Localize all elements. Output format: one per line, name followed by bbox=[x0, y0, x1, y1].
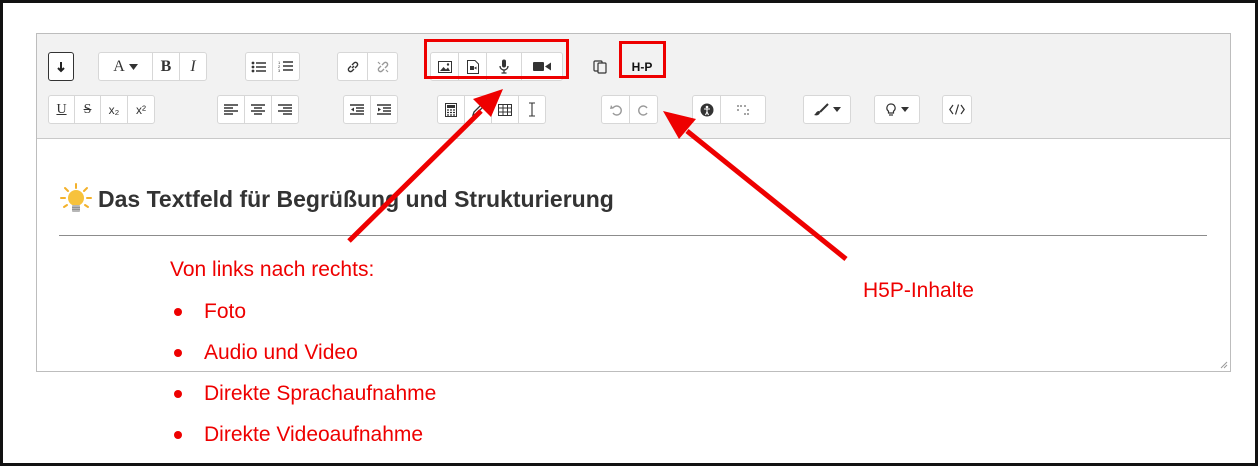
screenshot-frame: A B I 123 H-P U S x₂ x² Das Textfeld für… bbox=[0, 0, 1258, 466]
annotation-item-text: Foto bbox=[204, 299, 247, 323]
arrow-to-h5p-line bbox=[685, 129, 848, 261]
bullet-icon bbox=[174, 430, 182, 439]
annotation-list-item: Direkte Videoaufnahme bbox=[170, 414, 436, 455]
annotation-item-text: Direkte Sprachaufnahme bbox=[204, 381, 437, 405]
annotation-list-item: Foto bbox=[170, 291, 436, 332]
bullet-icon bbox=[174, 348, 182, 357]
annotation-list: Von links nach rechts: Foto Audio und Vi… bbox=[170, 258, 436, 455]
annotation-item-text: Direkte Videoaufnahme bbox=[204, 422, 424, 446]
bullet-icon bbox=[174, 307, 182, 316]
h5p-annotation-label: H5P-Inhalte bbox=[863, 279, 974, 302]
annotation-list-item: Direkte Sprachaufnahme bbox=[170, 373, 436, 414]
bullet-icon bbox=[174, 389, 182, 398]
annotation-list-item: Audio und Video bbox=[170, 332, 436, 373]
arrow-to-media-line bbox=[347, 109, 483, 243]
annotation-item-text: Audio und Video bbox=[204, 340, 358, 364]
annotation-list-title: Von links nach rechts: bbox=[170, 258, 375, 281]
